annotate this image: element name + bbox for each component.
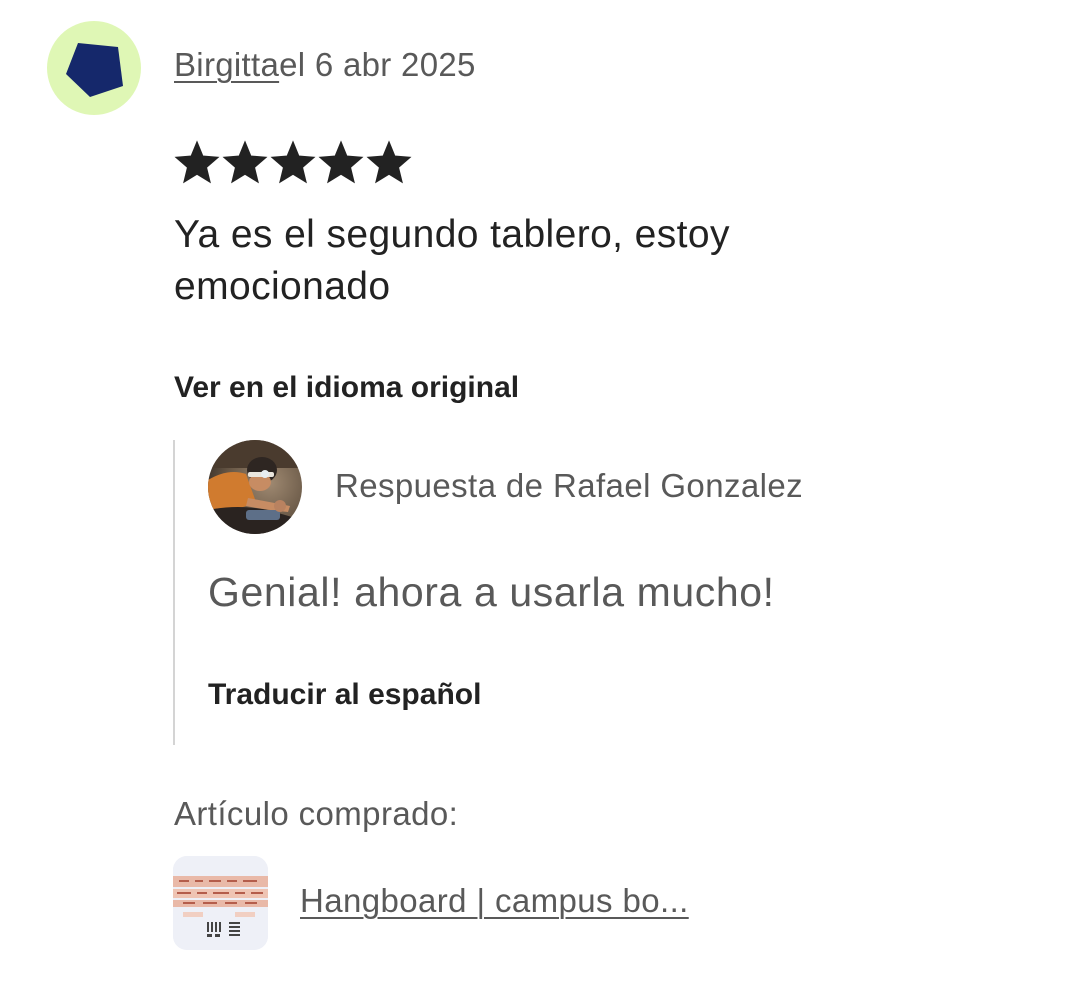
star-rating	[174, 140, 412, 188]
review-card: Birgittael 6 abr 2025 Ya es el segundo t…	[0, 0, 1080, 989]
review-text: Ya es el segundo tablero, estoy emociona…	[174, 213, 730, 308]
review-meta: Birgittael 6 abr 2025	[174, 46, 476, 84]
product-title-link[interactable]: Hangboard | campus bo...	[300, 882, 689, 920]
seller-photo-avatar	[208, 440, 302, 534]
star-icon	[270, 140, 316, 184]
seller-avatar	[208, 440, 302, 534]
star-icon	[318, 140, 364, 184]
purchased-item-label: Artículo comprado:	[174, 795, 459, 832]
seller-reply: Respuesta de Rafael Gonzalez Genial! aho…	[173, 440, 955, 745]
reply-author: Respuesta de Rafael Gonzalez	[335, 467, 803, 504]
pentagon-avatar-icon	[66, 43, 123, 97]
view-original-language-button[interactable]: Ver en el idioma original	[174, 371, 519, 405]
reviewer-avatar[interactable]	[47, 21, 141, 115]
reviewer-name-link[interactable]: Birgitta	[174, 46, 279, 83]
star-icon	[222, 140, 268, 184]
review-date: el 6 abr 2025	[279, 46, 476, 83]
star-icon	[174, 140, 220, 184]
translate-button[interactable]: Traducir al español	[208, 678, 481, 712]
product-thumbnail[interactable]	[173, 856, 268, 950]
star-icon	[366, 140, 412, 184]
reply-text: Genial! ahora a usarla mucho!	[208, 569, 775, 615]
hangboard-thumbnail	[173, 856, 268, 950]
